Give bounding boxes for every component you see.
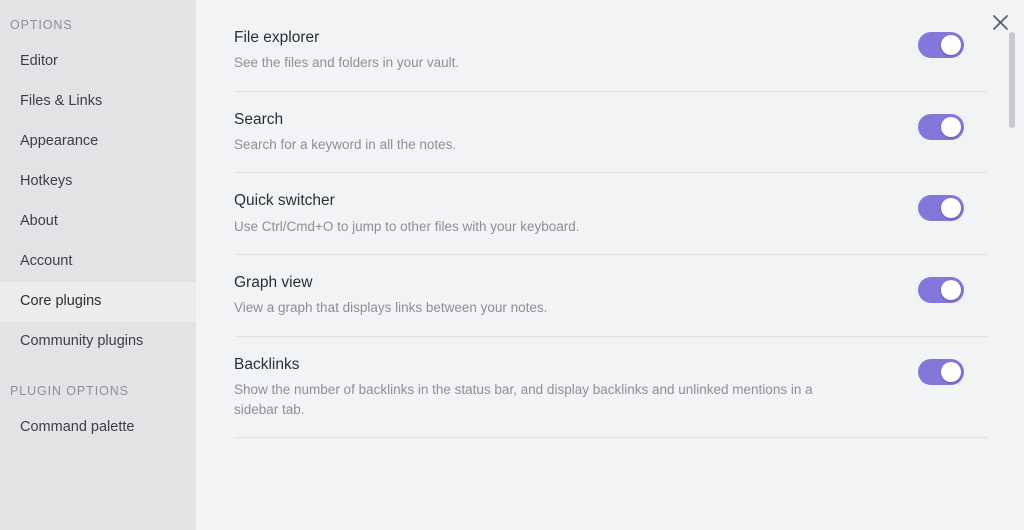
setting-name: Quick switcher bbox=[234, 192, 335, 210]
setting-row: Quick switcher Use Ctrl/Cmd+O to jump to… bbox=[234, 173, 988, 255]
settings-sidebar: OPTIONS Editor Files & Links Appearance … bbox=[0, 0, 196, 530]
setting-name: File explorer bbox=[234, 29, 320, 46]
toggle-graph-view[interactable] bbox=[918, 276, 964, 303]
setting-name: Graph view bbox=[234, 273, 313, 291]
setting-text: File explorer See the files and folders … bbox=[234, 28, 459, 74]
toggle-knob bbox=[941, 198, 961, 219]
core-plugins-list: File explorer See the files and folders … bbox=[196, 0, 988, 439]
toggle-knob bbox=[941, 116, 961, 137]
toggle-backlinks[interactable] bbox=[918, 358, 964, 385]
sidebar-item-core-plugins[interactable]: Core plugins bbox=[0, 281, 196, 322]
toggle-quick-switcher[interactable] bbox=[918, 195, 964, 222]
toggle-knob bbox=[941, 279, 961, 300]
content-scrollbar-thumb[interactable] bbox=[1009, 32, 1015, 128]
settings-content: File explorer See the files and folders … bbox=[196, 0, 1024, 530]
toggle-search[interactable] bbox=[918, 113, 964, 140]
sidebar-item-files-and-links[interactable]: Files & Links bbox=[0, 82, 196, 122]
sidebar-item-editor[interactable]: Editor bbox=[0, 42, 196, 82]
setting-text: Backlinks Show the number of backlinks i… bbox=[234, 355, 854, 421]
setting-description: Search for a keyword in all the notes. bbox=[234, 137, 457, 152]
setting-name: Backlinks bbox=[234, 355, 300, 373]
toggle-knob bbox=[941, 35, 961, 55]
sidebar-section-label-options: OPTIONS bbox=[10, 18, 73, 32]
sidebar-item-community-plugins[interactable]: Community plugins bbox=[0, 322, 196, 362]
setting-row: File explorer See the files and folders … bbox=[234, 0, 988, 92]
sidebar-item-hotkeys[interactable]: Hotkeys bbox=[0, 162, 196, 202]
setting-description: Use Ctrl/Cmd+O to jump to other files wi… bbox=[234, 218, 580, 234]
setting-description: Show the number of backlinks in the stat… bbox=[234, 381, 813, 418]
content-scrollbar[interactable] bbox=[1008, 0, 1016, 530]
sidebar-item-command-palette[interactable]: Command palette bbox=[0, 408, 196, 448]
setting-description: See the files and folders in your vault. bbox=[234, 55, 460, 71]
setting-text: Graph view View a graph that displays li… bbox=[234, 273, 547, 319]
sidebar-item-appearance[interactable]: Appearance bbox=[0, 122, 196, 162]
toggle-knob bbox=[941, 361, 961, 382]
setting-text: Search Search for a keyword in all the n… bbox=[234, 110, 456, 156]
setting-text: Quick switcher Use Ctrl/Cmd+O to jump to… bbox=[234, 191, 580, 237]
setting-row: Graph view View a graph that displays li… bbox=[234, 255, 988, 337]
sidebar-item-about[interactable]: About bbox=[0, 202, 196, 242]
sidebar-section-label-plugin-options: PLUGIN OPTIONS bbox=[10, 383, 129, 398]
settings-window: OPTIONS Editor Files & Links Appearance … bbox=[0, 0, 1024, 530]
toggle-file-explorer[interactable] bbox=[918, 32, 964, 58]
setting-row: Backlinks Show the number of backlinks i… bbox=[234, 337, 988, 439]
setting-description: View a graph that displays links between… bbox=[234, 300, 548, 316]
setting-name: Search bbox=[234, 110, 284, 128]
setting-row: Search Search for a keyword in all the n… bbox=[234, 92, 988, 174]
sidebar-item-account[interactable]: Account bbox=[0, 242, 196, 282]
